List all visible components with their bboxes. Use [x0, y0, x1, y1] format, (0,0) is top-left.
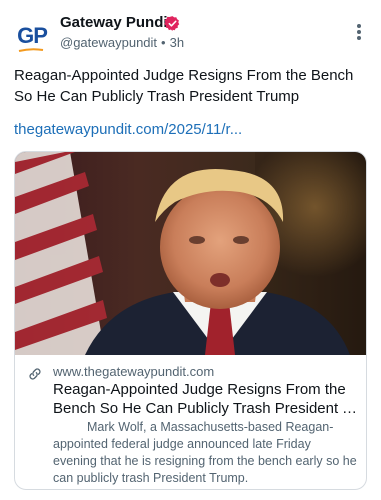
card-title[interactable]: Reagan-Appointed Judge Resigns From the …: [53, 380, 358, 418]
author-handle[interactable]: @gatewaypundit: [60, 35, 157, 50]
avatar-logo-text: GP: [17, 23, 48, 48]
author-meta: @gatewaypundit • 3h: [60, 35, 184, 50]
link-icon: [29, 368, 41, 380]
post-link[interactable]: thegatewaypundit.com/2025/11/r...: [14, 121, 242, 138]
meta-separator: •: [161, 35, 166, 50]
link-preview-card[interactable]: www.thegatewaypundit.com Reagan-Appointe…: [14, 151, 367, 490]
card-title-line-1: Reagan-Appointed Judge Resigns From the: [53, 381, 346, 398]
card-domain: www.thegatewaypundit.com: [53, 364, 215, 379]
post-text: Reagan-Appointed Judge Resigns From the …: [14, 67, 354, 105]
preview-image: [15, 152, 366, 355]
post-card: GP Gateway Pundit @gatewaypundit • 3h Reag…: [0, 0, 381, 500]
card-body: www.thegatewaypundit.com Reagan-Appointe…: [15, 355, 366, 489]
card-title-line-2: Bench So He Can Publicly Trash President…: [53, 400, 358, 417]
card-description: Mark Wolf, a Massachusetts-based Reagan-…: [53, 420, 357, 485]
post-timestamp[interactable]: 3h: [170, 35, 184, 50]
more-options-icon[interactable]: [355, 24, 363, 42]
avatar[interactable]: GP: [14, 18, 50, 54]
verified-badge-icon: [164, 16, 180, 31]
avatar-swoosh-icon: [18, 48, 44, 52]
author-name[interactable]: Gateway Pundit: [60, 14, 173, 31]
